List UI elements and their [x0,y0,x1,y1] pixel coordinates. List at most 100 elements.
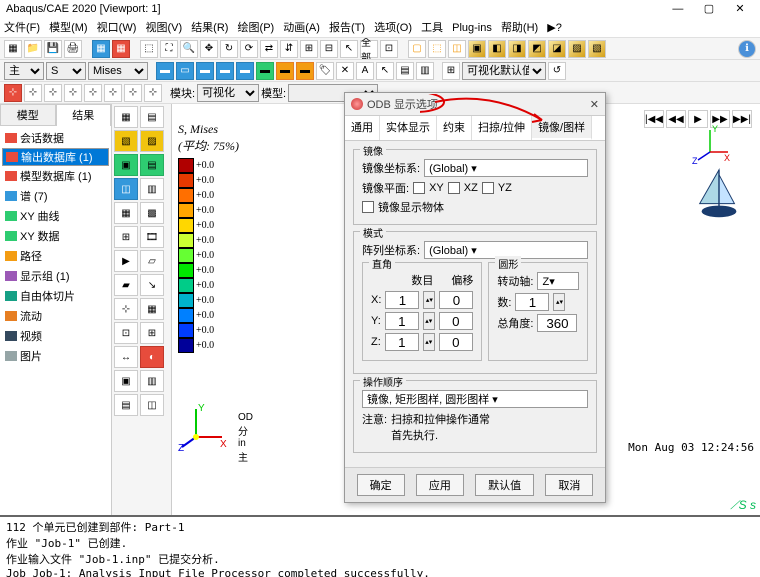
primary-select[interactable]: 主 [4,62,44,80]
cancel-button[interactable]: 取消 [545,474,593,496]
csys1-icon[interactable]: ⊹ [4,84,22,102]
z-num-spin[interactable]: ▴▾ [423,333,435,351]
iso6-icon[interactable]: ▨ [568,40,586,58]
tree-item[interactable]: 图片 [2,346,109,366]
tree-item[interactable]: 会话数据 [2,128,109,148]
palette-grid2-icon[interactable]: ▦ [140,298,164,320]
text-icon[interactable]: A [356,62,374,80]
tree-item[interactable]: XY 曲线 [2,206,109,226]
count-spin[interactable]: ▴▾ [553,293,565,311]
palette-layers-icon[interactable]: ▤ [140,106,164,128]
bbox2-icon[interactable]: ⬚ [428,40,446,58]
tree-tab-model[interactable]: 模型 [0,104,56,126]
palette-m4-icon[interactable]: ◫ [140,394,164,416]
csys3-icon[interactable]: ⊹ [44,84,62,102]
palette-m1-icon[interactable]: ▣ [114,370,138,392]
component-select[interactable]: Mises [88,62,148,80]
palette-blue1-icon[interactable]: ◫ [114,178,138,200]
palette-chart1-icon[interactable]: ▧ [114,130,138,152]
menu-help[interactable]: 帮助(H) [501,22,538,34]
palette-frame-icon[interactable]: ⊞ [114,226,138,248]
var-select[interactable]: S [46,62,86,80]
palette-g1-icon[interactable]: ▱ [140,250,164,272]
vp2-icon[interactable]: ▭ [176,62,194,80]
plane-xy-checkbox[interactable] [413,182,425,194]
rotaxis-combo[interactable]: Z▾ [537,272,579,290]
cursor2-icon[interactable]: ↖ [376,62,394,80]
tab-mirror-pattern[interactable]: 镜像/图样 [532,116,592,140]
swap-v-icon[interactable]: ⇵ [280,40,298,58]
bbox1-icon[interactable]: ▢ [408,40,426,58]
tree-item[interactable]: 谱 (7) [2,186,109,206]
mirror-csys-combo[interactable]: (Global) ▾ [424,159,588,177]
zoom-window-icon[interactable]: ⬚ [140,40,158,58]
tree-item[interactable]: 模型数据库 (1) [2,166,109,186]
defaults-button[interactable]: 默认值 [475,474,534,496]
first-frame-icon[interactable]: |◀◀ [644,110,664,128]
tree-item[interactable]: 视频 [2,326,109,346]
count-input[interactable] [515,293,549,311]
displace-icon[interactable]: ⊞ [442,62,460,80]
axis2-icon[interactable]: ⊟ [320,40,338,58]
dialog-close-icon[interactable]: ✕ [590,98,599,111]
message-console[interactable]: 112 个单元已创建到部件: Part-1 作业 "Job-1" 已创建. 作业… [0,515,760,577]
palette-red-icon[interactable]: ◐ [140,346,164,368]
y-num-input[interactable] [385,312,419,330]
z-off-input[interactable] [439,333,473,351]
palette-mov-icon[interactable]: ▶ [114,250,138,272]
palette-stack2-icon[interactable]: ▦ [114,202,138,224]
layers1-icon[interactable]: ▤ [396,62,414,80]
palette-ex1-icon[interactable]: ⊡ [114,322,138,344]
menu-tips[interactable]: ▶? [547,22,562,34]
layers2-icon[interactable]: ▥ [416,62,434,80]
tree-tab-results[interactable]: 结果 [56,104,112,126]
tree-item[interactable]: 输出数据库 (1) [2,148,109,166]
iso2-icon[interactable]: ◧ [488,40,506,58]
palette-axis-icon[interactable]: ⊹ [114,298,138,320]
module-select[interactable]: 可视化 [197,84,259,102]
open-icon[interactable]: 📁 [24,40,42,58]
tab-general[interactable]: 通用 [345,116,380,140]
print-icon[interactable]: 🖨 [64,40,82,58]
menu-plugins[interactable]: Plug-ins [452,22,492,34]
info-icon[interactable]: ℹ [738,40,756,58]
z-num-input[interactable] [385,333,419,351]
apply-button[interactable]: 应用 [416,474,464,496]
iso1-icon[interactable]: ▣ [468,40,486,58]
iso3-icon[interactable]: ◨ [508,40,526,58]
palette-stack1-icon[interactable]: ▥ [140,178,164,200]
prev-frame-icon[interactable]: ◀◀ [666,110,686,128]
csys7-icon[interactable]: ⊹ [124,84,142,102]
y-off-input[interactable] [439,312,473,330]
rotate-icon[interactable]: ↻ [220,40,238,58]
menu-results[interactable]: 结果(R) [191,22,228,34]
red-grid-icon[interactable]: ▦ [112,40,130,58]
tag-icon[interactable]: 🏷 [316,62,334,80]
last-frame-icon[interactable]: ▶▶| [732,110,752,128]
grid-icon[interactable]: ▦ [92,40,110,58]
tree-item[interactable]: 流动 [2,306,109,326]
zoom-in-icon[interactable]: 🔍 [180,40,198,58]
tab-constraint[interactable]: 约束 [437,116,472,140]
iso5-icon[interactable]: ◪ [548,40,566,58]
palette-m2-icon[interactable]: ▥ [140,370,164,392]
vp6-icon[interactable]: ▬ [256,62,274,80]
new-icon[interactable]: ▦ [4,40,22,58]
plane-yz-checkbox[interactable] [482,182,494,194]
tree-item[interactable]: 自由体切片 [2,286,109,306]
x-num-input[interactable] [385,291,419,309]
menu-animate[interactable]: 动画(A) [283,22,320,34]
order-combo[interactable]: 镜像, 矩形图样, 圆形图样 ▾ [362,390,588,408]
x-num-spin[interactable]: ▴▾ [423,291,435,309]
x-off-input[interactable] [439,291,473,309]
palette-g2-icon[interactable]: ▰ [114,274,138,296]
vp1-icon[interactable]: ▬ [156,62,174,80]
select-all-icon[interactable]: 全部 [360,40,378,58]
pan-icon[interactable]: ✥ [200,40,218,58]
y-num-spin[interactable]: ▴▾ [423,312,435,330]
vp7-icon[interactable]: ▬ [276,62,294,80]
refresh-icon[interactable]: ↺ [548,62,566,80]
csys2-icon[interactable]: ⊹ [24,84,42,102]
swap-icon[interactable]: ⇄ [260,40,278,58]
menu-plot[interactable]: 绘图(P) [238,22,275,34]
